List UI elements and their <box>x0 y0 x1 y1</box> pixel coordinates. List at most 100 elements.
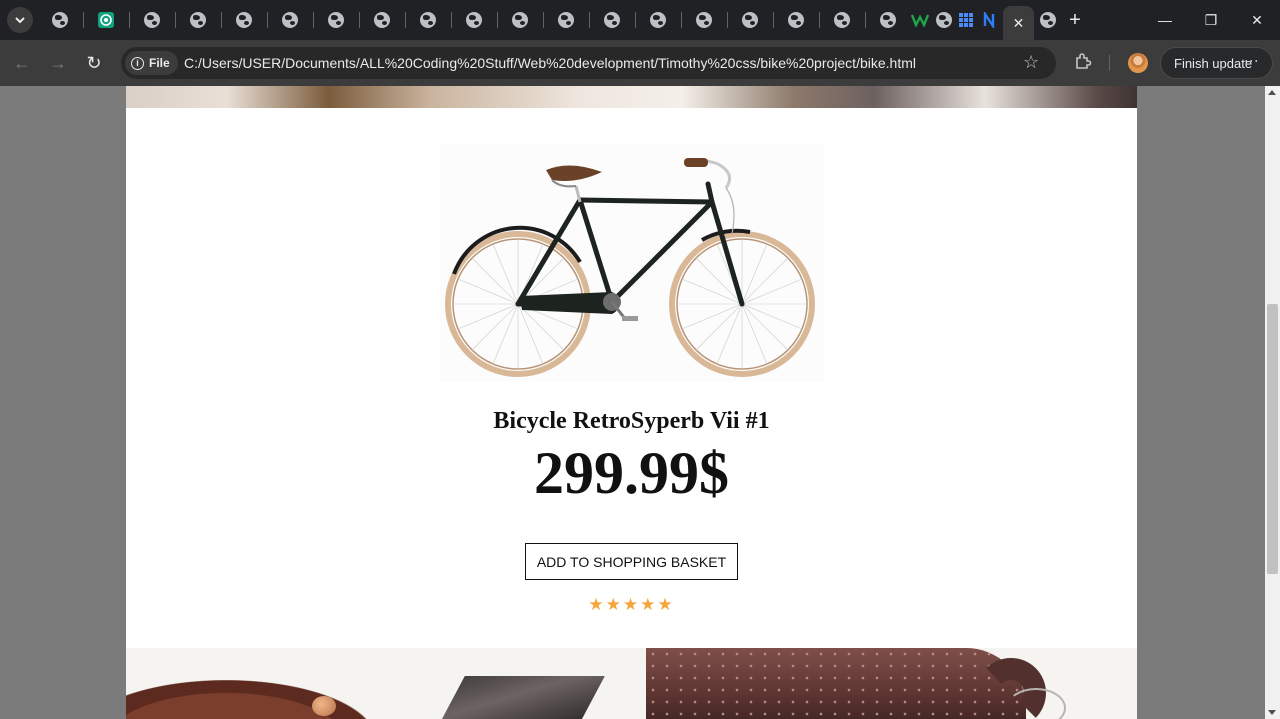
tab-divider <box>313 12 314 28</box>
tab-divider <box>589 12 590 28</box>
page-viewport: Bicycle RetroSyperb Vii #1 299.99$ ADD T… <box>0 86 1265 719</box>
site-info-chip[interactable]: i File <box>125 51 178 75</box>
rating-stars: ★★★★★ <box>588 595 675 614</box>
tab[interactable] <box>730 6 770 34</box>
extensions-button[interactable] <box>1071 49 1095 73</box>
tab-divider <box>497 12 498 28</box>
globe-icon <box>420 12 436 28</box>
reload-button[interactable]: ↻ <box>80 49 108 77</box>
info-icon: i <box>131 56 144 70</box>
globe-icon <box>374 12 390 28</box>
bottom-banner-image <box>126 648 1137 719</box>
reload-icon: ↻ <box>86 52 102 73</box>
tab-divider <box>727 12 728 28</box>
tab[interactable] <box>178 6 218 34</box>
tab-divider <box>681 12 682 28</box>
product-page: Bicycle RetroSyperb Vii #1 299.99$ ADD T… <box>126 86 1137 719</box>
new-tab-button[interactable]: + <box>1063 8 1087 32</box>
tab-divider <box>221 12 222 28</box>
tab-divider <box>543 12 544 28</box>
tab-divider <box>865 12 866 28</box>
back-button[interactable]: ← <box>8 49 36 77</box>
tab[interactable] <box>638 6 678 34</box>
globe-icon <box>696 12 712 28</box>
tab-divider <box>175 12 176 28</box>
chatgpt-icon <box>98 12 114 28</box>
globe-icon <box>1040 12 1056 28</box>
restore-button[interactable]: ❐ <box>1188 0 1234 40</box>
tab[interactable] <box>362 6 402 34</box>
tab[interactable] <box>684 6 724 34</box>
tab-divider <box>773 12 774 28</box>
vertical-scrollbar[interactable] <box>1265 86 1280 719</box>
finish-update-label: Finish update <box>1174 55 1253 71</box>
globe-icon <box>466 12 482 28</box>
tab[interactable] <box>975 6 1003 34</box>
handlebar-tape <box>646 648 1026 719</box>
tab[interactable] <box>1034 6 1062 34</box>
tab[interactable] <box>40 6 80 34</box>
tab-search-button[interactable] <box>7 7 33 33</box>
brake-cable <box>1006 688 1066 719</box>
close-tab-icon[interactable]: ✕ <box>1013 15 1025 32</box>
tab[interactable] <box>822 6 862 34</box>
tab[interactable] <box>454 6 494 34</box>
globe-icon <box>328 12 344 28</box>
globe-icon <box>558 12 574 28</box>
globe-icon <box>512 12 528 28</box>
globe-icon <box>604 12 620 28</box>
active-tab[interactable]: ✕ <box>1003 6 1034 40</box>
scroll-down-arrow-icon[interactable] <box>1268 710 1276 715</box>
tab[interactable] <box>500 6 540 34</box>
scrollbar-thumb[interactable] <box>1267 304 1278 574</box>
tab[interactable] <box>316 6 356 34</box>
saddle-rivet <box>312 696 336 716</box>
chevron-down-icon <box>15 17 25 24</box>
tab[interactable] <box>776 6 816 34</box>
blade-shape <box>437 676 605 719</box>
product-price: 299.99$ <box>534 440 729 506</box>
tab[interactable] <box>224 6 264 34</box>
url-text[interactable]: C:/Users/USER/Documents/ALL%20Coding%20S… <box>184 55 916 71</box>
tab-divider <box>359 12 360 28</box>
menu-dots-icon[interactable]: ⋮ <box>1244 54 1260 67</box>
tab[interactable] <box>546 6 586 34</box>
tab[interactable] <box>86 6 126 34</box>
tab[interactable] <box>592 6 632 34</box>
close-window-button[interactable]: ✕ <box>1234 0 1280 40</box>
globe-icon <box>144 12 160 28</box>
tab-divider <box>129 12 130 28</box>
bicycle-image <box>440 144 824 382</box>
globe-icon <box>282 12 298 28</box>
tab[interactable] <box>408 6 448 34</box>
forward-button[interactable]: → <box>44 49 72 77</box>
saddle-shape <box>126 680 376 719</box>
browser-toolbar: ← → ↻ i File C:/Users/USER/Documents/ALL… <box>0 40 1280 86</box>
product-title: Bicycle RetroSyperb Vii #1 <box>493 408 770 434</box>
scroll-up-arrow-icon[interactable] <box>1268 90 1276 95</box>
n-icon <box>982 12 996 28</box>
puzzle-icon <box>1076 53 1092 69</box>
close-icon: ✕ <box>1251 11 1263 28</box>
tab-divider <box>267 12 268 28</box>
tab-divider <box>635 12 636 28</box>
minimize-button[interactable]: — <box>1142 0 1188 40</box>
tab[interactable] <box>868 6 908 34</box>
globe-icon <box>742 12 758 28</box>
globe-icon <box>788 12 804 28</box>
finish-update-button[interactable]: Finish update ⋮ <box>1160 47 1273 79</box>
address-bar[interactable]: i File C:/Users/USER/Documents/ALL%20Cod… <box>121 47 1056 79</box>
globe-icon <box>834 12 850 28</box>
site-info-label: File <box>149 56 170 70</box>
add-to-basket-button[interactable]: ADD TO SHOPPING BASKET <box>525 543 738 580</box>
bookmark-star-icon[interactable]: ☆ <box>1023 52 1039 73</box>
minimize-icon: — <box>1158 12 1172 28</box>
profile-avatar[interactable] <box>1128 53 1148 73</box>
globe-icon <box>190 12 206 28</box>
tab-strip: ✕ + — ❐ ✕ <box>0 0 1280 40</box>
top-banner-image <box>126 86 1137 108</box>
tab[interactable] <box>270 6 310 34</box>
tab-divider <box>819 12 820 28</box>
restore-icon: ❐ <box>1204 11 1218 28</box>
tab[interactable] <box>132 6 172 34</box>
